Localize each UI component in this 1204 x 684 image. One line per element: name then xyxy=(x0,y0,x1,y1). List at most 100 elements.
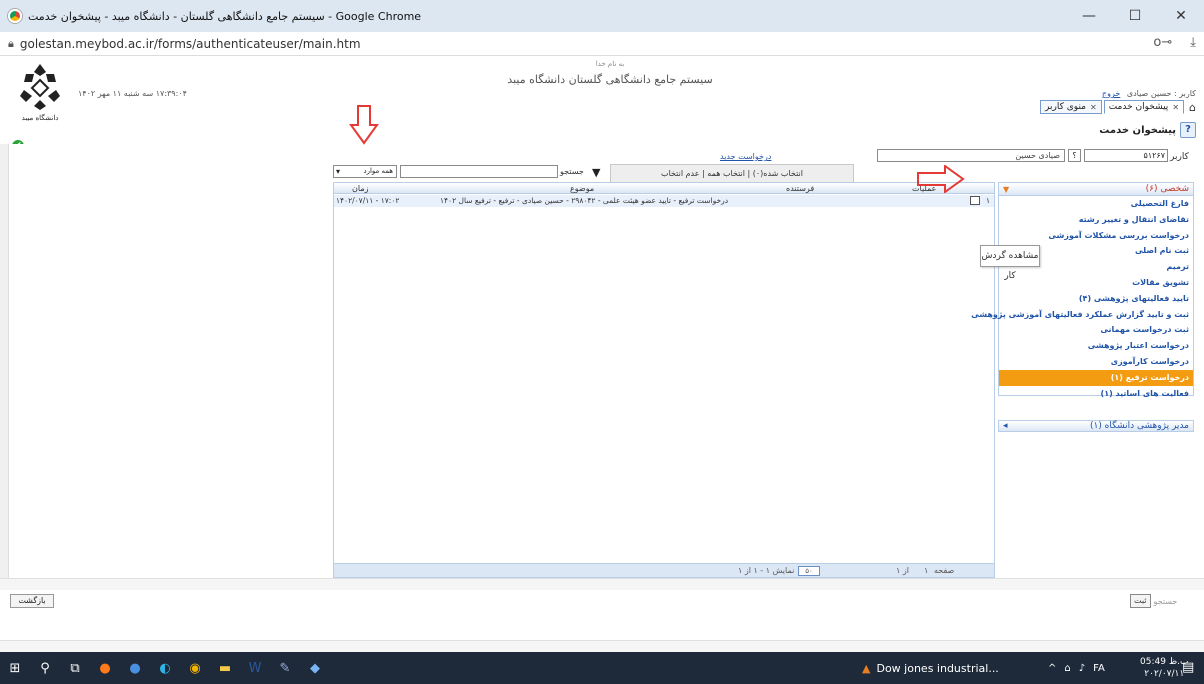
key-icon[interactable]: o⊸ xyxy=(1153,35,1172,50)
sidebar-item[interactable]: ثبت درخواست مهمانی xyxy=(999,322,1193,338)
search-icon[interactable]: ⚲ xyxy=(30,652,60,684)
page-header: دانشگاه میبد ✔ ۱۷:۳۹:۰۴ سه شنبه ۱۱ مهر ۱… xyxy=(0,56,1204,152)
help-icon[interactable]: ? xyxy=(1180,122,1196,138)
scope-value: همه موارد xyxy=(363,167,393,175)
sidebar-item[interactable]: درخواست اعتبار پژوهشی xyxy=(999,338,1193,354)
user-name-label: کاربر : حسین صیادی xyxy=(1126,89,1196,98)
window-titlebar: سیستم جامع دانشگاهی گلستان - دانشگاه میب… xyxy=(0,0,1204,32)
sidebar-item[interactable]: ثبت و تایید گزارش عملکرد فعالیتهای آموزش… xyxy=(971,307,1193,323)
windows-start-icon[interactable]: ⊞ xyxy=(0,652,30,684)
notification-icon[interactable]: ▤ xyxy=(1182,660,1194,675)
lock-icon: 🔒︎ xyxy=(8,36,14,50)
scope-select[interactable]: همه موارد ▾ xyxy=(333,165,397,178)
system-title: سیستم جامع دانشگاهی گلستان دانشگاه میبد xyxy=(507,73,713,86)
selection-bar[interactable]: انتخاب شده(۰) | انتخاب همه | عدم انتخاب xyxy=(610,164,854,184)
task-view-icon[interactable]: ⧉ xyxy=(60,652,90,684)
logout-link[interactable]: خروج xyxy=(1102,89,1120,98)
date-time: ۱۷:۳۹:۰۴ سه شنبه ۱۱ مهر ۱۴۰۲ xyxy=(78,89,187,98)
user-name-field: صیادی حسین xyxy=(877,149,1065,162)
column-sender: فرستنده xyxy=(786,184,815,193)
sidebar-item-promotion-request[interactable]: درخواست ترفیع (۱) xyxy=(999,369,1193,386)
tab-service-desk[interactable]: ✕ پیشخوان خدمت xyxy=(1103,100,1185,114)
sidebar-menu: شخصی (۶) ▼ فارغ التحصیلی تقاضای انتقال و… xyxy=(971,182,1194,398)
window-horizontal-scrollbar[interactable] xyxy=(0,640,1204,652)
back-button[interactable]: بازگشت xyxy=(10,594,54,608)
lang-indicator[interactable]: FA xyxy=(1093,663,1105,674)
tab-label: پیشخوان خدمت xyxy=(1108,102,1169,112)
news-widget[interactable]: ▲ Dow jones industrial... xyxy=(862,652,999,684)
table-row[interactable]: ۱ درخواست ترفیع - تایید عضو هیئت علمی - … xyxy=(334,195,994,207)
sidebar-section-research-manager[interactable]: مدیر پژوهشی دانشگاه (۱) ◂ xyxy=(998,420,1194,432)
row-subject: درخواست ترفیع - تایید عضو هیئت علمی - ۲۹… xyxy=(440,196,729,205)
page-title-row: ? پیشخوان خدمت xyxy=(1099,122,1196,138)
sidebar-item[interactable]: فعالیت های اساتید (۱) xyxy=(999,386,1193,402)
maximize-button[interactable]: ☐ xyxy=(1112,0,1158,32)
vertical-scrollbar[interactable] xyxy=(0,144,9,578)
window-controls: — ☐ ✕ xyxy=(1066,0,1204,32)
submit-button[interactable]: ثبت xyxy=(1130,594,1151,608)
chevron-down-icon: ▼ xyxy=(1003,184,1010,194)
sidebar-item[interactable]: فارغ التحصیلی xyxy=(999,196,1193,212)
requests-table: عملیات فرستنده موضوع زمان ۱ درخواست ترفی… xyxy=(333,182,995,578)
chrome-taskbar-icon[interactable]: ◉ xyxy=(180,652,210,684)
news-text: Dow jones industrial... xyxy=(876,661,999,675)
table-footer: صفحه ۱ از ۱ ۵۰ نمایش ۱ - ۱ از ۱ xyxy=(334,563,994,577)
chrome-icon xyxy=(8,9,22,23)
sidebar-item[interactable]: تقاضای انتقال و تغییر رشته xyxy=(999,212,1193,228)
search-button[interactable]: جستجو xyxy=(1154,597,1178,606)
column-subject: موضوع xyxy=(570,184,595,193)
user-code-input[interactable]: ۵۱۲۶۷ xyxy=(1084,149,1168,162)
user-lookup-button[interactable]: ؟ xyxy=(1068,149,1081,162)
annotation-arrow-down-icon xyxy=(349,105,379,145)
minimize-button[interactable]: — xyxy=(1066,0,1112,32)
edge-icon[interactable]: ◐ xyxy=(150,652,180,684)
tab-user-menu[interactable]: ✕ منوی کاربر xyxy=(1040,100,1102,114)
workflow-view-icon[interactable] xyxy=(970,196,980,205)
app-drop-icon[interactable]: ◆ xyxy=(300,652,330,684)
bismillah-text: به نام خدا xyxy=(595,60,625,68)
bottom-right-controls: ثبت جستجو xyxy=(1130,594,1177,608)
download-icon[interactable]: ⤓ xyxy=(1190,35,1196,50)
sidebar-item[interactable]: تشویق مقالات xyxy=(999,275,1193,291)
file-explorer-icon[interactable]: ▬ xyxy=(210,652,240,684)
table-header: عملیات فرستنده موضوع زمان xyxy=(334,183,994,194)
tab-close-icon[interactable]: ✕ xyxy=(1090,103,1097,112)
filter-icon[interactable]: ▼ xyxy=(592,166,600,179)
section-title: مدیر پژوهشی دانشگاه (۱) xyxy=(1089,421,1189,431)
page-label: صفحه xyxy=(934,566,955,575)
app-icon[interactable]: ✎ xyxy=(270,652,300,684)
tab-close-icon[interactable]: ✕ xyxy=(1172,103,1179,112)
column-time: زمان xyxy=(352,184,369,193)
page-of: از ۱ xyxy=(896,566,909,575)
window-title: سیستم جامع دانشگاهی گلستان - دانشگاه میب… xyxy=(28,9,422,23)
home-icon[interactable]: ⌂ xyxy=(1189,101,1196,114)
tab-bar: ⌂ ✕ پیشخوان خدمت ✕ منوی کاربر xyxy=(1040,100,1196,114)
sidebar-item[interactable]: تایید فعالیتهای پژوهشی (۴) xyxy=(999,291,1193,307)
word-icon[interactable]: W xyxy=(240,652,270,684)
sidebar-item[interactable]: درخواست بررسی مشکلات آموزشی xyxy=(999,228,1193,244)
search-input[interactable] xyxy=(400,165,558,178)
address-bar[interactable]: 🔒︎ golestan.meybod.ac.ir/forms/authentic… xyxy=(0,32,1204,56)
news-icon: ▲ xyxy=(862,661,871,675)
volume-icon[interactable]: ♪ xyxy=(1079,663,1085,674)
network-icon[interactable]: ⌂ xyxy=(1064,663,1070,674)
page-title: پیشخوان خدمت xyxy=(1099,124,1176,136)
annotation-arrow-right-icon xyxy=(917,165,965,193)
firefox-icon[interactable]: ● xyxy=(90,652,120,684)
url-text[interactable]: golestan.meybod.ac.ir/forms/authenticate… xyxy=(20,37,361,51)
new-request-link[interactable]: درخواست جدید xyxy=(720,152,771,161)
horizontal-scrollbar[interactable] xyxy=(0,578,1204,590)
sidebar-section-personal[interactable]: شخصی (۶) ▼ xyxy=(999,183,1193,196)
svg-text:دانشگاه میبد: دانشگاه میبد xyxy=(22,113,59,122)
page-size-select[interactable]: ۵۰ xyxy=(798,566,820,576)
close-button[interactable]: ✕ xyxy=(1158,0,1204,32)
system-tray: ^ ⌂ ♪ FA xyxy=(1048,652,1105,684)
row-time: ۱۴۰۲/۰۷/۱۱ - ۱۷:۰۲ xyxy=(336,196,400,205)
content-frame: درخواست جدید کاربر ۵۱۲۶۷ ؟ صیادی حسین ان… xyxy=(0,144,1204,584)
tray-up-icon[interactable]: ^ xyxy=(1048,663,1056,674)
section-title: شخصی (۶) xyxy=(1145,184,1189,194)
sidebar-item[interactable]: درخواست کارآموزی xyxy=(999,354,1193,370)
settings-icon[interactable]: ● xyxy=(120,652,150,684)
page-number[interactable]: ۱ xyxy=(924,565,928,577)
workflow-tooltip: مشاهده گردش کار xyxy=(980,245,1040,281)
